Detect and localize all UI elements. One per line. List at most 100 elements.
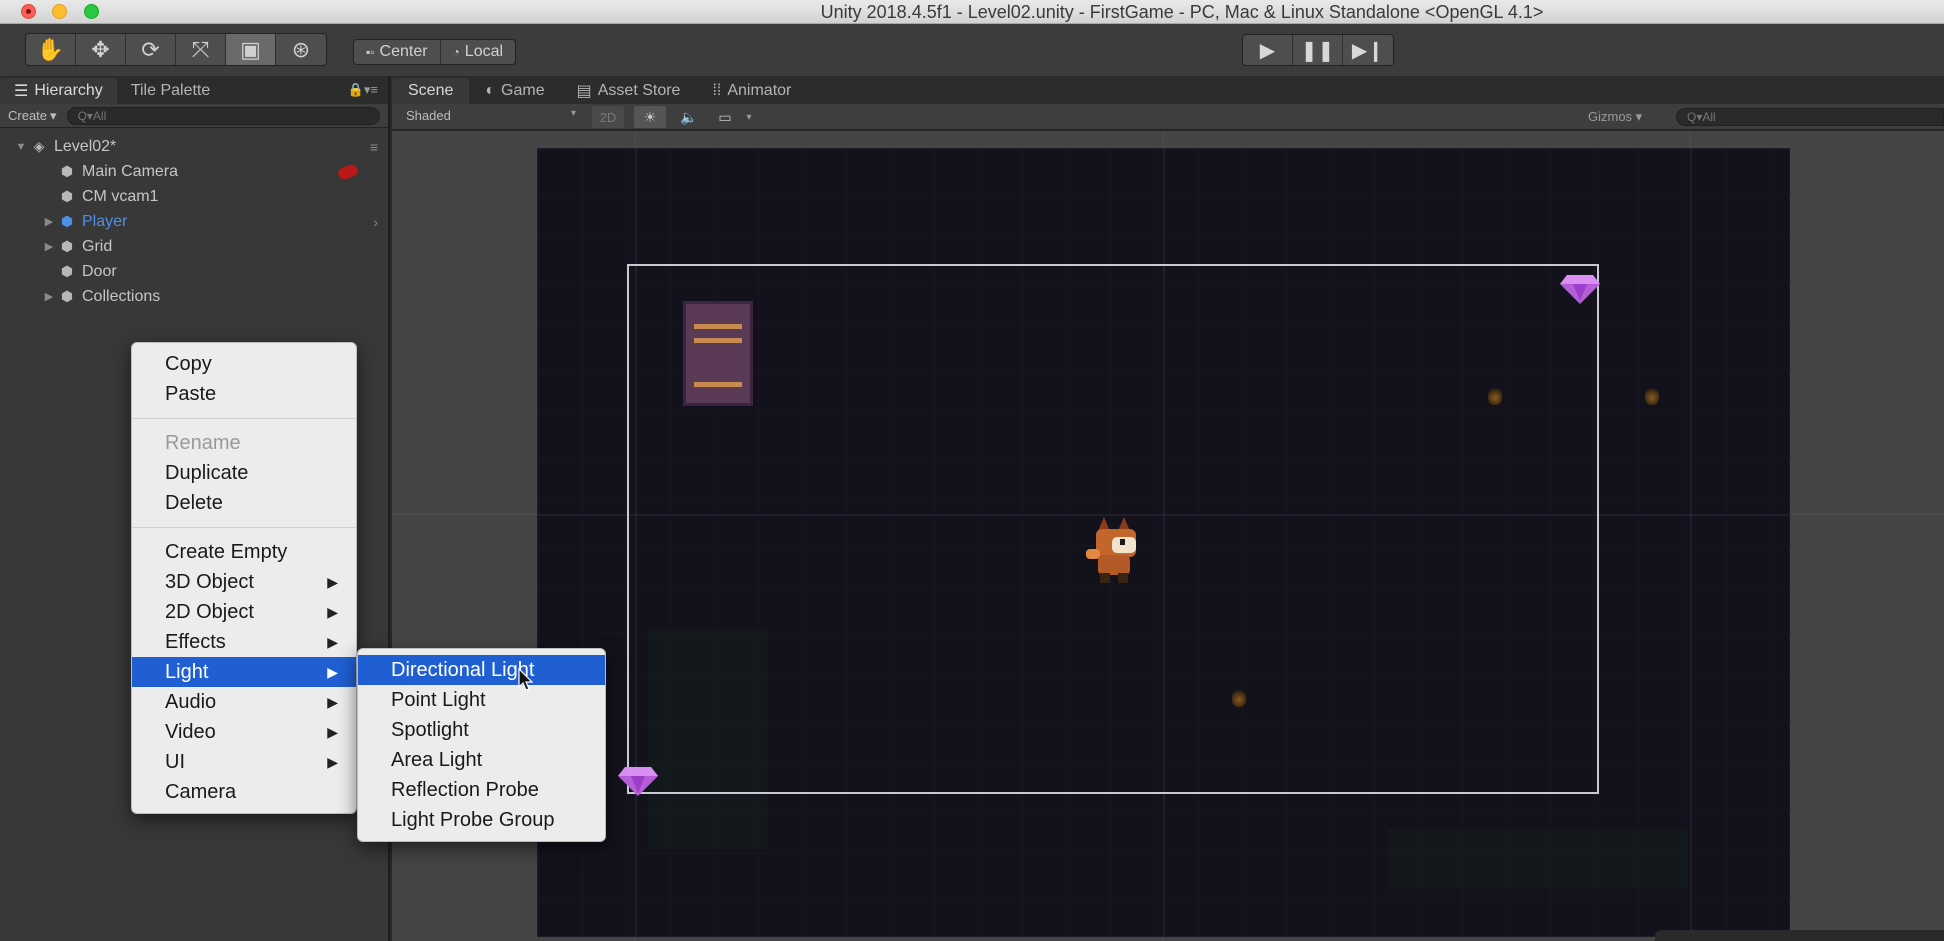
menu-item-light-probe-group[interactable]: Light Probe Group bbox=[358, 805, 605, 835]
item-label: Player bbox=[82, 212, 128, 230]
menu-item-duplicate[interactable]: Duplicate bbox=[132, 458, 356, 488]
create-dropdown[interactable]: Create ▾ bbox=[8, 108, 57, 124]
menu-item-ui[interactable]: UI ▶ bbox=[132, 747, 356, 777]
scene-lighting-toggle[interactable]: ☀ bbox=[634, 106, 666, 128]
menu-item-reflection-probe[interactable]: Reflection Probe bbox=[358, 775, 605, 805]
gizmos-dropdown[interactable]: Gizmos ▾ bbox=[1588, 109, 1642, 125]
gameobject-icon: ⬢ bbox=[60, 163, 74, 179]
gameobject-icon: ⬢ bbox=[60, 188, 74, 204]
speaker-icon: 🔈 bbox=[680, 108, 698, 125]
list-item[interactable]: ⬢ Door bbox=[0, 259, 388, 284]
expand-arrow-icon[interactable]: ▼ bbox=[12, 141, 30, 153]
cinemachine-brain-icon bbox=[336, 162, 360, 181]
scene-tab-bar: Scene ◐ Game ▤ Asset Store ⁞⁞ Animator bbox=[392, 76, 1944, 104]
menu-item-video[interactable]: Video ▶ bbox=[132, 717, 356, 747]
menu-item-rename: Rename bbox=[165, 432, 241, 454]
scene-view[interactable] bbox=[392, 131, 1944, 941]
game-icon: ◐ bbox=[485, 82, 496, 99]
panel-menu-icon[interactable]: 🔒▾≡ bbox=[348, 82, 378, 98]
pause-button[interactable]: ❚❚ bbox=[1293, 35, 1343, 65]
hand-tool-button[interactable]: ✋ bbox=[26, 34, 76, 65]
rotate-tool-button[interactable]: ⟳ bbox=[126, 34, 176, 65]
submenu-arrow-icon: ▶ bbox=[327, 634, 338, 650]
menu-item-label: 2D Object bbox=[165, 601, 254, 623]
torch-glow bbox=[1645, 387, 1659, 405]
scene-menu-icon[interactable]: ≡ bbox=[370, 139, 378, 155]
menu-item-area-light[interactable]: Area Light bbox=[358, 745, 605, 775]
tab-label: Hierarchy bbox=[34, 82, 103, 99]
menu-item-camera[interactable]: Camera bbox=[132, 777, 356, 807]
expand-arrow-icon[interactable]: ▶ bbox=[40, 240, 58, 253]
submenu-arrow-icon: ▶ bbox=[327, 754, 338, 770]
transform-tools: ✋ ✥ ⟳ ⤧ ▣ ⊛ bbox=[25, 33, 327, 66]
menu-item-light[interactable]: Light ▶ bbox=[132, 657, 356, 687]
expand-arrow-icon[interactable]: ▶ bbox=[40, 215, 58, 228]
chevron-down-icon: ▾ bbox=[746, 111, 752, 123]
expand-arrow-icon[interactable]: ▶ bbox=[40, 290, 58, 303]
tab-label: Asset Store bbox=[597, 82, 681, 99]
menu-item-point-light[interactable]: Point Light bbox=[358, 685, 605, 715]
pivot-center-button[interactable]: ▪▫ Center bbox=[354, 40, 441, 64]
list-item-player[interactable]: ▶ ⬢ Player › bbox=[0, 209, 388, 234]
gem-sprite[interactable] bbox=[1559, 273, 1601, 305]
move-tool-button[interactable]: ✥ bbox=[76, 34, 126, 65]
effects-dropdown[interactable]: ▾ bbox=[740, 106, 758, 128]
play-button[interactable]: ▶ bbox=[1243, 35, 1293, 65]
scene-name: Level02* bbox=[54, 137, 117, 155]
scene-search-input[interactable] bbox=[1676, 108, 1944, 126]
menu-item-3d-object[interactable]: 3D Object ▶ bbox=[132, 567, 356, 597]
shading-mode-dropdown[interactable]: Shaded ▾ bbox=[406, 108, 576, 123]
hierarchy-search-input[interactable] bbox=[66, 106, 380, 125]
menu-item-paste[interactable]: Paste bbox=[132, 379, 356, 409]
tab-hierarchy[interactable]: ☰ Hierarchy bbox=[0, 78, 117, 104]
door-sprite[interactable] bbox=[683, 301, 753, 406]
transform-tool-button[interactable]: ⊛ bbox=[276, 34, 326, 65]
submenu-arrow-icon: ▶ bbox=[327, 604, 338, 620]
list-item[interactable]: ▶ ⬢ Collections bbox=[0, 284, 388, 309]
chevron-right-icon[interactable]: › bbox=[373, 214, 378, 230]
transform-icon: ⊛ bbox=[291, 36, 311, 62]
mode-2d-toggle[interactable]: 2D bbox=[592, 106, 624, 128]
submenu-arrow-icon: ▶ bbox=[327, 724, 338, 740]
scene-root-row[interactable]: ▼ ◈ Level02* ≡ bbox=[0, 134, 388, 159]
pivot-icon: ▪▫ bbox=[366, 45, 375, 59]
menu-item-audio[interactable]: Audio ▶ bbox=[132, 687, 356, 717]
menu-item-spotlight[interactable]: Spotlight bbox=[358, 715, 605, 745]
shading-mode-label: Shaded bbox=[406, 108, 451, 123]
local-space-icon: ◔ bbox=[452, 45, 460, 59]
scale-tool-button[interactable]: ⤧ bbox=[176, 34, 226, 65]
rect-tool-button[interactable]: ▣ bbox=[226, 34, 276, 65]
item-label: Door bbox=[82, 262, 117, 280]
tab-tile-palette[interactable]: Tile Palette bbox=[117, 78, 224, 104]
menu-item-2d-object[interactable]: 2D Object ▶ bbox=[132, 597, 356, 627]
step-button[interactable]: ▶❙ bbox=[1343, 35, 1393, 65]
gem-sprite[interactable] bbox=[617, 765, 659, 797]
asset-store-icon: ▤ bbox=[576, 83, 592, 100]
tab-game[interactable]: ◐ Game bbox=[469, 78, 560, 104]
sun-icon: ☀ bbox=[643, 108, 657, 125]
menu-item-delete[interactable]: Delete bbox=[132, 488, 356, 518]
tab-scene[interactable]: Scene bbox=[392, 78, 470, 104]
player-fox-sprite[interactable] bbox=[1082, 511, 1146, 589]
list-item[interactable]: ▶ ⬢ Grid bbox=[0, 234, 388, 259]
gameobject-icon: ⬢ bbox=[60, 238, 74, 254]
menu-item-copy[interactable]: Copy bbox=[132, 349, 356, 379]
menu-item-directional-light[interactable]: Directional Light bbox=[358, 655, 605, 685]
tab-asset-store[interactable]: ▤ Asset Store bbox=[561, 78, 697, 104]
menu-item-create-empty[interactable]: Create Empty bbox=[132, 537, 356, 567]
unity-scene-icon: ◈ bbox=[33, 138, 45, 154]
pivot-label: Center bbox=[379, 43, 428, 60]
list-item[interactable]: ⬢ Main Camera bbox=[0, 159, 388, 184]
pivot-space-button[interactable]: ◔ Local bbox=[441, 40, 515, 64]
scene-audio-toggle[interactable]: 🔈 bbox=[674, 106, 704, 128]
menu-item-effects[interactable]: Effects ▶ bbox=[132, 627, 356, 657]
scene-effects-toggle[interactable]: ▭ bbox=[710, 106, 740, 128]
chevron-down-icon: ▾ bbox=[570, 108, 576, 119]
tab-animator[interactable]: ⁞⁞ Animator bbox=[696, 78, 807, 104]
hand-icon: ✋ bbox=[36, 36, 65, 62]
list-item[interactable]: ⬢ CM vcam1 bbox=[0, 184, 388, 209]
create-label: Create bbox=[8, 108, 48, 123]
prefab-icon: ⬢ bbox=[60, 213, 74, 229]
item-label: CM vcam1 bbox=[82, 187, 159, 205]
hierarchy-toolbar: Create ▾ bbox=[0, 104, 388, 128]
